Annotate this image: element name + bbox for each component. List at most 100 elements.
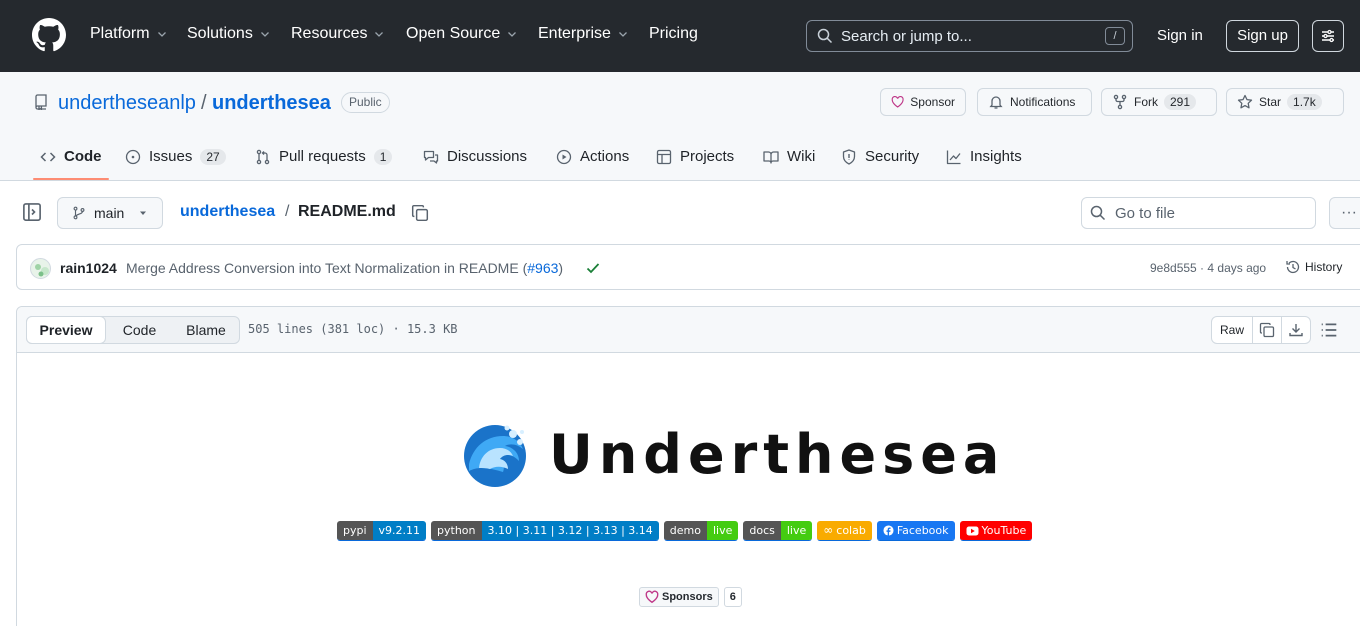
badge-value-wrap: ∞ colab xyxy=(817,521,872,540)
tab-insights[interactable]: Insights xyxy=(946,148,1022,165)
badge-value: 3.10 | 3.11 | 3.12 | 3.13 | 3.14 xyxy=(481,521,659,540)
commit-message-suffix: ) xyxy=(558,260,564,276)
nav-solutions[interactable]: Solutions xyxy=(187,25,271,43)
facebook-badge[interactable]: Facebook xyxy=(876,521,955,541)
heart-icon xyxy=(645,590,659,604)
history-icon xyxy=(1286,260,1300,274)
file-viewer-header: Preview Code Blame 505 lines (381 loc) ·… xyxy=(17,307,1360,353)
branch-selector[interactable]: main xyxy=(57,197,163,229)
nav-solutions-label: Solutions xyxy=(187,25,253,42)
raw-button[interactable]: Raw xyxy=(1211,316,1253,344)
caret-down-icon xyxy=(140,211,147,215)
tab-discussions[interactable]: Discussions xyxy=(423,148,527,165)
badge-value: live xyxy=(706,521,739,540)
tab-issues-label: Issues xyxy=(149,148,193,165)
code-view-tab[interactable]: Code xyxy=(107,317,172,343)
sponsor-button[interactable]: Sponsor xyxy=(880,88,966,116)
commit-message[interactable]: Merge Address Conversion into Text Norma… xyxy=(126,260,563,276)
star-button[interactable]: Star 1.7k xyxy=(1226,88,1344,116)
commit-author-link[interactable]: rain1024 xyxy=(60,260,117,276)
badge-value-wrap: Facebook xyxy=(876,521,955,540)
search-placeholder: Search or jump to... xyxy=(841,27,972,45)
global-header: Platform Solutions Resources Open Source… xyxy=(0,0,1360,72)
nav-resources-label: Resources xyxy=(291,25,368,42)
play-icon xyxy=(556,149,572,164)
chevron-down-icon xyxy=(260,32,269,37)
readme-title: Underthesea xyxy=(549,422,1006,486)
python-badge[interactable]: python 3.10 | 3.11 | 3.12 | 3.13 | 3.14 xyxy=(431,521,659,541)
nav-platform-label: Platform xyxy=(90,25,150,42)
commit-meta[interactable]: 9e8d555 · 4 days ago xyxy=(1150,261,1266,275)
breadcrumb-file-name: README.md xyxy=(298,203,396,220)
youtube-badge[interactable]: YouTube xyxy=(959,521,1033,541)
shield-icon xyxy=(842,148,856,165)
avatar-image-icon xyxy=(35,264,49,277)
fork-label: Fork xyxy=(1134,95,1158,109)
badge-value-wrap: YouTube xyxy=(959,521,1033,540)
tab-code[interactable]: Code xyxy=(40,148,102,165)
breadcrumb-repo-link[interactable]: underthesea xyxy=(180,203,275,221)
badge-value: YouTube xyxy=(981,524,1027,537)
youtube-icon xyxy=(966,526,979,535)
blame-tab[interactable]: Blame xyxy=(173,317,239,343)
badge-label: pypi xyxy=(337,521,373,540)
tab-security[interactable]: Security xyxy=(841,148,919,165)
preview-tab[interactable]: Preview xyxy=(26,316,106,344)
more-options-button[interactable]: ··· xyxy=(1329,197,1360,229)
colab-badge[interactable]: ∞ colab xyxy=(817,521,872,541)
branch-icon xyxy=(73,206,85,220)
copy-icon[interactable] xyxy=(411,204,429,222)
download-button[interactable] xyxy=(1282,316,1311,344)
sponsors-label-box: Sponsors xyxy=(639,587,719,607)
nav-enterprise[interactable]: Enterprise xyxy=(538,25,629,43)
menu-button[interactable] xyxy=(1312,20,1344,52)
repo-owner-link[interactable]: undertheseanlp xyxy=(58,92,196,115)
notifications-button[interactable]: Notifications xyxy=(977,88,1092,116)
demo-badge[interactable]: demo live xyxy=(663,521,739,541)
fork-button[interactable]: Fork 291 xyxy=(1101,88,1217,116)
pypi-badge[interactable]: pypi v9.2.11 xyxy=(337,521,427,541)
check-icon[interactable] xyxy=(585,260,601,276)
sign-up-button[interactable]: Sign up xyxy=(1226,20,1299,52)
file-info: 505 lines (381 loc) · 15.3 KB xyxy=(248,322,458,336)
sponsors-count: 6 xyxy=(723,587,742,607)
kebab-icon: ··· xyxy=(1341,204,1357,221)
fork-count: 291 xyxy=(1164,94,1197,110)
nav-resources[interactable]: Resources xyxy=(291,25,385,43)
copy-raw-button[interactable] xyxy=(1253,316,1282,344)
pull-request-icon xyxy=(256,149,270,164)
github-logo-icon[interactable] xyxy=(32,18,66,52)
tab-actions[interactable]: Actions xyxy=(556,148,629,165)
go-to-file-placeholder: Go to file xyxy=(1115,204,1176,222)
nav-pricing[interactable]: Pricing xyxy=(649,25,698,43)
breadcrumb-separator: / xyxy=(285,203,290,220)
commit-message-text: Merge Address Conversion into Text Norma… xyxy=(126,260,528,276)
readme-heading: Underthesea xyxy=(459,418,1005,490)
wave-logo-icon xyxy=(464,425,526,487)
tab-wiki[interactable]: Wiki xyxy=(763,148,815,165)
commit-pr-link[interactable]: #963 xyxy=(527,260,558,276)
go-to-file-input[interactable]: Go to file xyxy=(1081,197,1316,229)
sign-in-link[interactable]: Sign in xyxy=(1157,27,1203,44)
docs-badge[interactable]: docs live xyxy=(743,521,813,541)
repo-name-link[interactable]: underthesea xyxy=(212,92,331,115)
star-label: Star xyxy=(1259,95,1282,109)
avatar[interactable] xyxy=(30,258,51,279)
tab-pull-requests[interactable]: Pull requests 1 xyxy=(255,148,393,165)
sponsors-badge[interactable]: Sponsors 6 xyxy=(639,587,742,607)
search-input[interactable]: Search or jump to... / xyxy=(806,20,1133,52)
bell-icon xyxy=(989,96,1003,109)
list-outline-icon[interactable] xyxy=(1320,321,1338,339)
nav-platform[interactable]: Platform xyxy=(90,25,168,43)
tab-issues[interactable]: Issues 27 xyxy=(125,148,226,165)
sidebar-expand-icon[interactable] xyxy=(22,202,42,222)
history-button[interactable]: History xyxy=(1285,259,1342,275)
active-tab-indicator xyxy=(33,178,109,180)
badge-value: v9.2.11 xyxy=(372,521,427,540)
repo-header: undertheseanlp / underthesea Public Spon… xyxy=(0,72,1360,181)
nav-open-source[interactable]: Open Source xyxy=(406,25,518,43)
badge-value: colab xyxy=(836,524,866,537)
tab-projects[interactable]: Projects xyxy=(656,148,734,165)
tab-insights-label: Insights xyxy=(970,148,1022,165)
issue-icon xyxy=(125,149,141,164)
